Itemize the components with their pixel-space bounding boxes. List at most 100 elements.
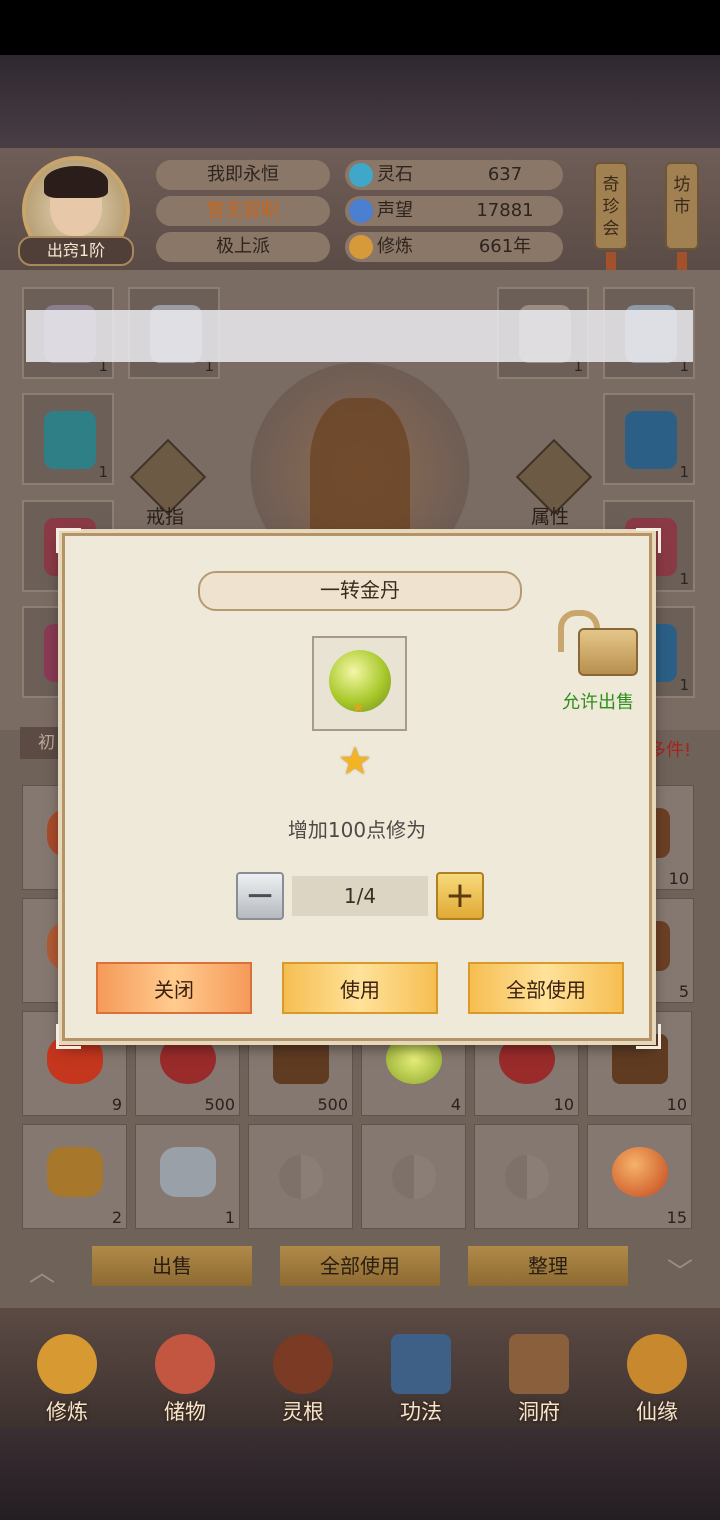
item-count: 10 bbox=[668, 869, 689, 888]
nav-label: 修炼 bbox=[46, 1400, 88, 1424]
player-header: 出窍1阶 我即永恒 暂无官职 极上派 灵石 637 声望 17881 修炼 66… bbox=[0, 148, 720, 278]
nav-label: 洞府 bbox=[518, 1400, 560, 1424]
item-count: 10 bbox=[553, 1095, 574, 1114]
stat-label: 灵石 bbox=[377, 164, 413, 185]
item-count: 500 bbox=[317, 1095, 348, 1114]
nav-cultivate[interactable]: 修炼 bbox=[12, 1320, 122, 1425]
item-count: 1 bbox=[224, 1208, 235, 1227]
spirit-stone-icon bbox=[349, 163, 373, 187]
increase-quantity-button[interactable]: + bbox=[436, 872, 484, 920]
prestige-icon bbox=[349, 199, 373, 223]
yin-yang-icon bbox=[279, 1155, 323, 1199]
nav-label: 功法 bbox=[400, 1400, 442, 1424]
ring-label: 戒指 bbox=[146, 506, 185, 528]
ore-icon bbox=[47, 1147, 103, 1197]
use-button[interactable]: 使用 bbox=[282, 962, 438, 1014]
chevron-down-icon[interactable]: ﹀ bbox=[660, 1252, 700, 1288]
meat-icon bbox=[160, 1034, 216, 1084]
spirit-root-icon bbox=[273, 1334, 333, 1394]
wood-log-icon bbox=[273, 1034, 329, 1084]
sect-name: 极上派 bbox=[156, 232, 330, 262]
inventory-cell[interactable]: 2 bbox=[22, 1124, 127, 1229]
slot-count: 1 bbox=[679, 676, 689, 694]
yin-yang-icon bbox=[505, 1155, 549, 1199]
item-count: 5 bbox=[678, 982, 689, 1001]
dialog-title: 一转金丹 bbox=[320, 578, 400, 602]
star-rating: ★ bbox=[338, 739, 373, 783]
rank-badge: 出窍1阶 bbox=[18, 236, 134, 266]
item-count: 2 bbox=[111, 1208, 122, 1227]
overlay-bar bbox=[26, 310, 693, 362]
corner-ornament bbox=[56, 528, 81, 553]
corner-ornament bbox=[636, 1024, 661, 1049]
house-icon bbox=[509, 1334, 569, 1394]
banner-treasure-market[interactable]: 奇珍会 bbox=[594, 162, 628, 250]
stat-value: 637 bbox=[487, 164, 523, 185]
stat-label: 修炼 bbox=[377, 236, 413, 257]
attribute-label: 属性 bbox=[531, 506, 570, 528]
nav-label: 储物 bbox=[164, 1400, 206, 1424]
gourd-icon bbox=[627, 1334, 687, 1394]
status-bar bbox=[0, 0, 720, 55]
chevron-up-icon[interactable]: ︿ bbox=[22, 1252, 62, 1288]
item-count: 9 bbox=[111, 1095, 122, 1114]
item-count: 4 bbox=[450, 1095, 461, 1114]
official-title: 暂无官职 bbox=[156, 196, 330, 226]
golden-pill-icon bbox=[386, 1034, 442, 1084]
inventory-cell-empty[interactable] bbox=[248, 1124, 353, 1229]
equip-slot-robe-teal[interactable]: 1 bbox=[22, 393, 114, 485]
bottom-decoration bbox=[0, 1428, 720, 1520]
stat-label: 声望 bbox=[377, 200, 413, 221]
allow-sale-label: 允许出售 bbox=[562, 692, 634, 713]
robe-icon bbox=[44, 411, 96, 469]
bag-icon bbox=[155, 1334, 215, 1394]
sort-button[interactable]: 整理 bbox=[468, 1246, 628, 1286]
silver-ore-icon bbox=[160, 1147, 216, 1197]
nav-skills[interactable]: 功法 bbox=[366, 1320, 476, 1425]
meat-icon bbox=[499, 1034, 555, 1084]
nav-spirit-root[interactable]: 灵根 bbox=[248, 1320, 358, 1425]
fire-orb-icon bbox=[612, 1147, 668, 1197]
robe-icon bbox=[625, 411, 677, 469]
slot-count: 1 bbox=[679, 570, 689, 588]
nav-fate[interactable]: 仙缘 bbox=[602, 1320, 712, 1425]
sell-button[interactable]: 出售 bbox=[92, 1246, 252, 1286]
item-count: 500 bbox=[204, 1095, 235, 1114]
decrease-quantity-button[interactable]: − bbox=[236, 872, 284, 920]
stat-value: 661年 bbox=[478, 236, 532, 257]
inventory-cell-empty[interactable] bbox=[361, 1124, 466, 1229]
nav-storage[interactable]: 储物 bbox=[130, 1320, 240, 1425]
item-description: 增加100点修为 bbox=[287, 818, 427, 842]
stat-cultivation: 修炼 661年 bbox=[345, 232, 563, 262]
nav-label: 灵根 bbox=[282, 1400, 324, 1424]
item-count: 10 bbox=[666, 1095, 687, 1114]
notice-text: 多件! bbox=[648, 740, 692, 761]
nav-cave[interactable]: 洞府 bbox=[484, 1320, 594, 1425]
inventory-cell[interactable]: 1 bbox=[135, 1124, 240, 1229]
use-all-button[interactable]: 全部使用 bbox=[468, 962, 624, 1014]
yin-yang-icon bbox=[392, 1155, 436, 1199]
banner-market[interactable]: 坊市 bbox=[665, 162, 699, 250]
slot-count: 1 bbox=[98, 463, 108, 481]
nav-label: 仙缘 bbox=[636, 1400, 678, 1424]
slot-count: 1 bbox=[679, 463, 689, 481]
avatar-hair bbox=[44, 166, 108, 198]
quantity-display: 1/4 bbox=[292, 876, 428, 916]
stat-prestige: 声望 17881 bbox=[345, 196, 563, 226]
meditation-icon bbox=[349, 235, 373, 259]
equip-slot-robe-blue[interactable]: 1 bbox=[603, 393, 695, 485]
inventory-cell-empty[interactable] bbox=[474, 1124, 579, 1229]
cultivate-icon bbox=[37, 1334, 97, 1394]
star-icon: ★ bbox=[352, 700, 365, 716]
use-all-inventory-button[interactable]: 全部使用 bbox=[280, 1246, 440, 1286]
top-decoration bbox=[0, 55, 720, 150]
book-icon bbox=[391, 1334, 451, 1394]
corner-ornament bbox=[636, 528, 661, 553]
stat-value: 17881 bbox=[476, 200, 534, 221]
player-name: 我即永恒 bbox=[156, 160, 330, 190]
corner-ornament bbox=[56, 1024, 81, 1049]
stat-spirit-stone: 灵石 637 bbox=[345, 160, 563, 190]
lock-body[interactable] bbox=[578, 628, 638, 676]
close-button[interactable]: 关闭 bbox=[96, 962, 252, 1014]
inventory-cell[interactable]: 15 bbox=[587, 1124, 692, 1229]
